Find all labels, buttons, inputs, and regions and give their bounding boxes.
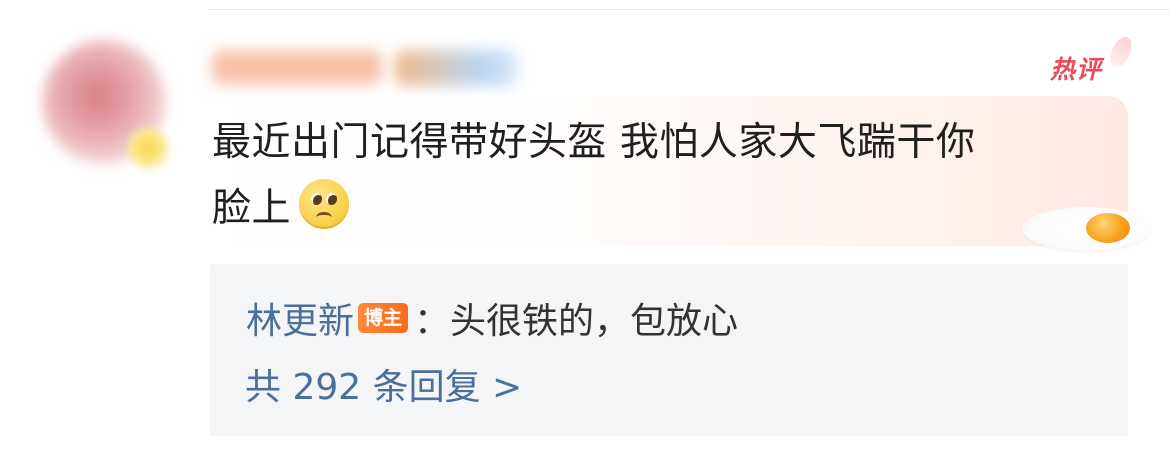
- view-all-replies-link[interactable]: 共 292 条回复 >: [245, 356, 522, 412]
- user-level-badge-blurred: [394, 50, 518, 86]
- blogger-badge: 博主: [358, 303, 409, 333]
- avatar-verified-badge-icon: [128, 128, 168, 168]
- comment-text: 最近出门记得带好头盔 我怕人家大飞踹干你 脸上: [212, 110, 1112, 242]
- reply-separator: ：: [414, 301, 451, 342]
- egg-yolk: [1086, 213, 1130, 243]
- reply-author-link[interactable]: 林更新: [246, 292, 354, 344]
- top-divider: [208, 9, 1170, 10]
- comment-text-line-2: 脸上: [212, 176, 1112, 242]
- sad-face-emoji-icon: [299, 179, 350, 229]
- reply-text: 头很铁的，包放心: [450, 301, 739, 342]
- comment-text-line-1: 最近出门记得带好头盔 我怕人家大飞踹干你: [212, 120, 976, 165]
- hot-comment-label: 热评: [1050, 55, 1103, 84]
- hot-spark-icon: [1106, 33, 1136, 71]
- comment-text-line-2-text: 脸上: [212, 186, 292, 231]
- top-reply[interactable]: 林更新 博主 ： 头很铁的，包放心: [246, 290, 738, 346]
- username-blurred[interactable]: [212, 50, 382, 84]
